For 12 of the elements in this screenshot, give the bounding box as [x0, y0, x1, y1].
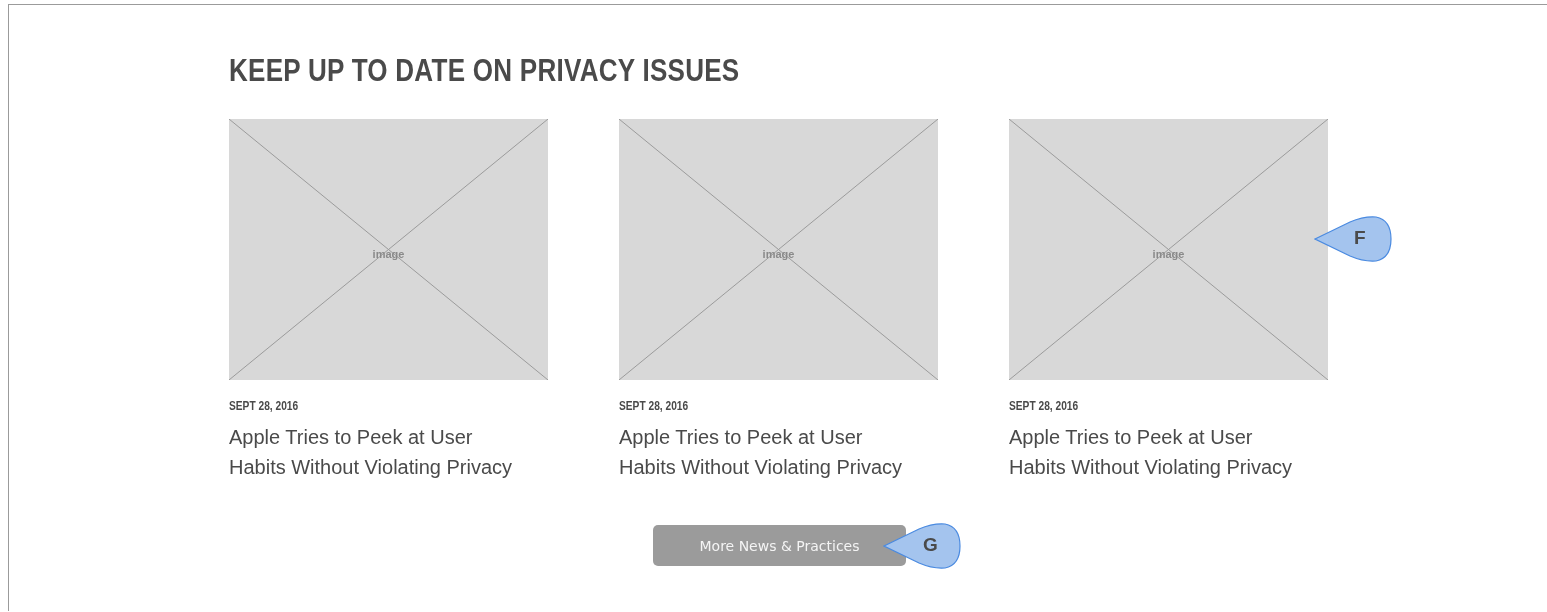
article-date: SEPT 28, 2016 — [619, 399, 689, 413]
annotation-marker: F — [1314, 216, 1392, 262]
annotation-marker: G — [883, 523, 961, 569]
article-title[interactable]: Apple Tries to Peek at User Habits Without Violating Privacy — [229, 422, 529, 482]
article-date: SEPT 28, 2016 — [1009, 399, 1079, 413]
section-heading: KEEP UP TO DATE ON PRIVACY ISSUES — [229, 53, 740, 89]
article-title[interactable]: Apple Tries to Peek at User Habits Without Violating Privacy — [619, 422, 919, 482]
image-label: image — [762, 247, 795, 260]
article-date: SEPT 28, 2016 — [229, 399, 299, 413]
image-label: image — [372, 247, 405, 260]
article-title[interactable]: Apple Tries to Peek at User Habits Without Violating Privacy — [1009, 422, 1309, 482]
image-label: image — [1152, 247, 1185, 260]
